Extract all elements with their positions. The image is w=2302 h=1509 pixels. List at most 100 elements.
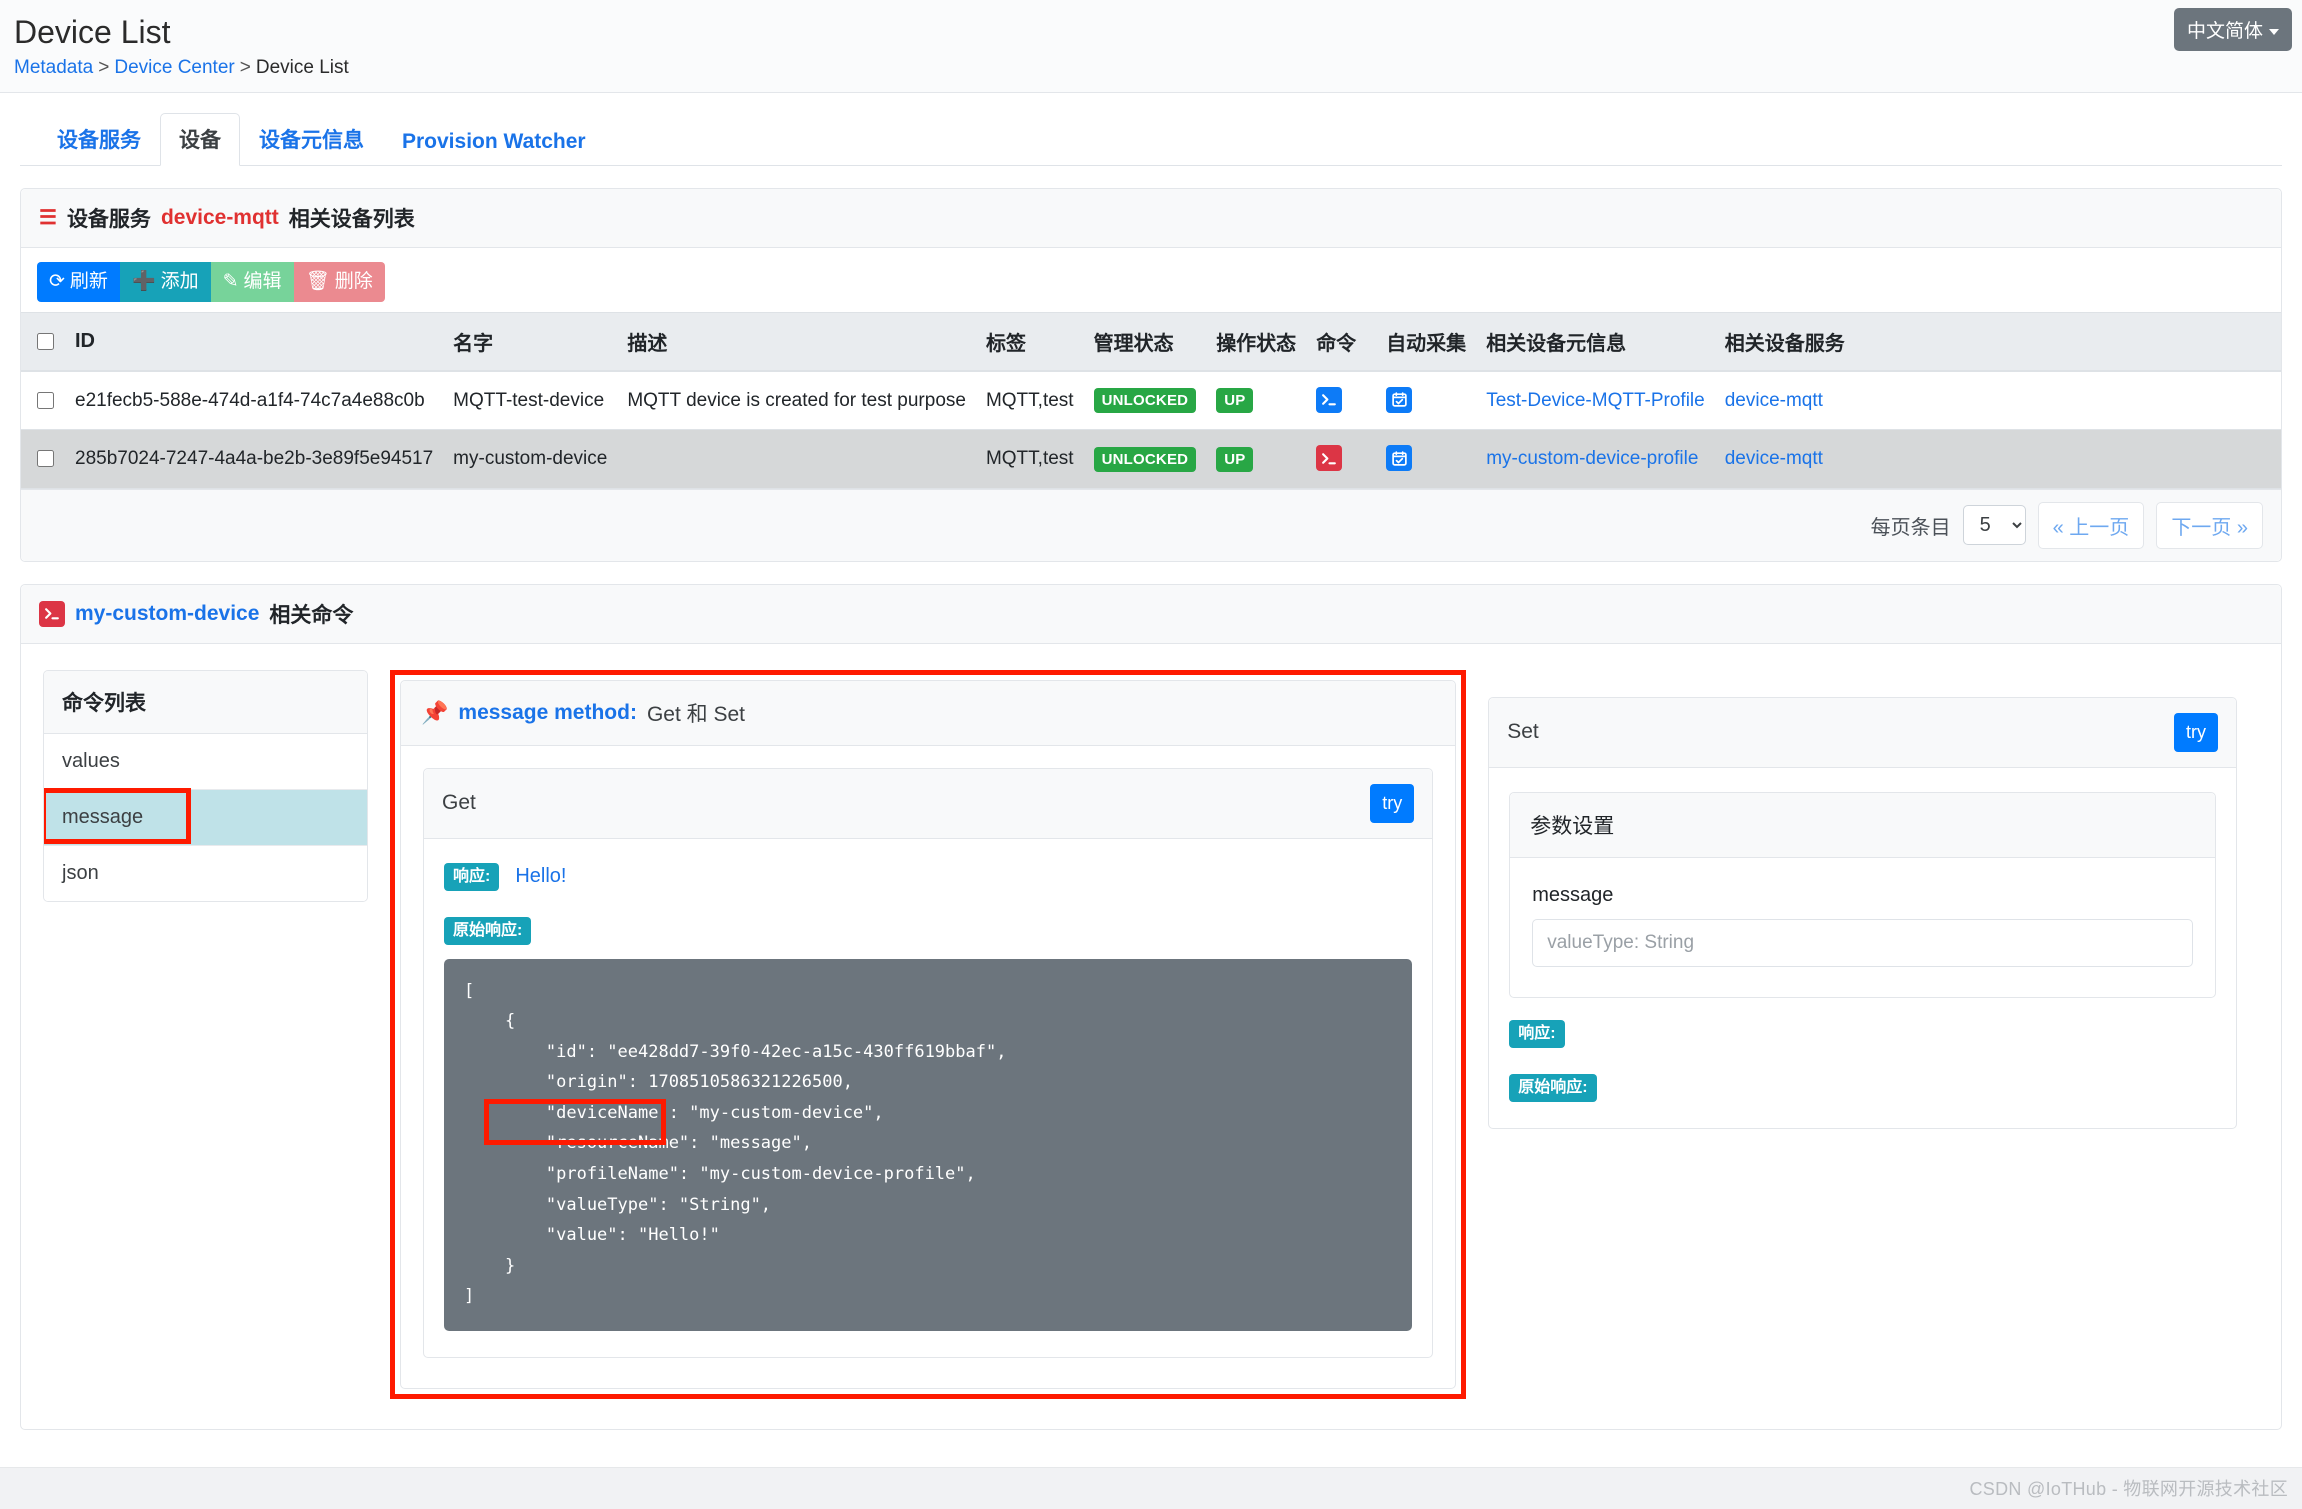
parameter-settings-body: message (1510, 857, 2216, 997)
footer-strip (0, 1467, 2302, 1509)
column-header-autoevent[interactable]: 自动采集 (1376, 311, 1477, 372)
set-try-button[interactable]: try (2174, 712, 2219, 752)
calendar-check-icon[interactable] (1386, 386, 1413, 413)
get-response-tag: 响应: (444, 862, 500, 891)
cell-name: my-custom-device (443, 429, 618, 489)
edit-icon: ✎ (222, 271, 239, 292)
device-table-header-row: ID 名字 描述 标签 管理状态 操作状态 命令 自动采集 相关设备元信息 相关… (21, 311, 2281, 372)
command-list-title: 命令列表 (44, 670, 367, 734)
terminal-icon[interactable] (1316, 445, 1343, 472)
add-button[interactable]: ➕ 添加 (119, 262, 211, 302)
cell-id: 285b7024-7247-4a4a-be2b-3e89f5e94517 (65, 429, 444, 489)
breadcrumb-item-device-center[interactable]: Device Center (114, 57, 234, 78)
service-link[interactable]: device-mqtt (1725, 448, 1823, 469)
tab-device-service[interactable]: 设备服务 (38, 113, 160, 166)
tab-provision-watcher[interactable]: Provision Watcher (383, 119, 605, 166)
command-list-item-values[interactable]: values (44, 733, 367, 790)
page-size-label: 每页条目 (1870, 516, 1951, 539)
add-button-label: 添加 (160, 271, 199, 292)
tabbar-wrap: 设备服务 设备 设备元信息 Provision Watcher (0, 93, 2302, 166)
column-header-name[interactable]: 名字 (443, 311, 618, 372)
status-badge-admin: UNLOCKED (1093, 388, 1197, 413)
trash-icon: 🗑 (305, 271, 330, 292)
calendar-check-icon[interactable] (1386, 445, 1413, 472)
delete-button[interactable]: 🗑 删除 (293, 262, 385, 302)
table-row[interactable]: e21fecb5-588e-474d-a1f4-74c7a4e88c0b MQT… (21, 370, 2281, 431)
prev-page-button[interactable]: « 上一页 (2037, 501, 2145, 549)
language-selector-button[interactable]: 中文简体 (2173, 8, 2292, 51)
get-raw-response-tag: 原始响应: (444, 916, 532, 945)
device-table: ID 名字 描述 标签 管理状态 操作状态 命令 自动采集 相关设备元信息 相关… (21, 311, 2281, 489)
column-header-labels[interactable]: 标签 (975, 311, 1084, 372)
command-body: 命令列表 values message json 📌 message metho… (21, 644, 2281, 1429)
set-raw-response-row: 原始响应: (1509, 1073, 2216, 1102)
command-list-item-json[interactable]: json (44, 845, 367, 901)
set-operation-column: Set try 参数设置 message 响应: 原 (1466, 670, 2259, 1159)
service-link[interactable]: device-mqtt (1725, 390, 1823, 411)
set-card-body: 参数设置 message 响应: 原始响应: (1489, 768, 2236, 1128)
delete-button-label: 删除 (334, 271, 373, 292)
cell-name: MQTT-test-device (443, 370, 618, 431)
command-list-panel: 命令列表 values message json (43, 669, 368, 902)
row-checkbox[interactable] (37, 391, 54, 409)
select-all-checkbox[interactable] (37, 332, 54, 350)
watermark: CSDN @IoTHub - 物联网开源技术社区 (1969, 1479, 2288, 1499)
row-select-cell (21, 429, 65, 489)
pin-icon: 📌 (421, 699, 449, 725)
device-table-body: e21fecb5-588e-474d-a1f4-74c7a4e88c0b MQT… (21, 370, 2281, 489)
status-badge-admin: UNLOCKED (1093, 446, 1197, 472)
breadcrumb: Metadata > Device Center > Device List (14, 57, 2302, 79)
column-header-profile[interactable]: 相关设备元信息 (1476, 311, 1715, 372)
command-card-header: my-custom-device 相关命令 (21, 584, 2281, 644)
column-header-id[interactable]: ID (65, 311, 444, 372)
method-panel: 📌 message method: Get 和 Set Get try 响应: (400, 679, 1457, 1389)
page-header: Device List Metadata > Device Center > Devic… (0, 0, 2302, 93)
set-card-header: Set try (1489, 697, 2237, 768)
message-input[interactable] (1532, 918, 2194, 967)
tab-device[interactable]: 设备 (160, 113, 240, 166)
next-page-button[interactable]: 下一页 » (2156, 501, 2263, 549)
get-card-title: Get (442, 791, 476, 815)
column-header-service[interactable]: 相关设备服务 (1714, 311, 2281, 372)
table-row[interactable]: 285b7024-7247-4a4a-be2b-3e89f5e94517 my-… (21, 429, 2281, 489)
row-select-cell (21, 370, 65, 431)
get-card: Get try 响应: Hello! 原始响应: [ { "id": "ee42… (423, 767, 1434, 1358)
set-response-tag: 响应: (1509, 1019, 1565, 1048)
device-list-heading-prefix: 设备服务 (66, 208, 151, 231)
column-header-command[interactable]: 命令 (1306, 311, 1377, 372)
cell-labels: MQTT,test (975, 370, 1084, 431)
get-raw-response-row: 原始响应: [ { "id": "ee428dd7-39f0-42ec-a15c… (444, 916, 1413, 1331)
parameter-settings-card: 参数设置 message (1509, 791, 2217, 998)
get-card-header: Get try (424, 768, 1433, 839)
profile-link[interactable]: my-custom-device-profile (1486, 448, 1698, 469)
column-header-description[interactable]: 描述 (617, 311, 976, 372)
column-header-admin-state[interactable]: 管理状态 (1083, 311, 1207, 372)
row-checkbox[interactable] (37, 450, 54, 468)
profile-link[interactable]: Test-Device-MQTT-Profile (1486, 390, 1705, 411)
method-panel-header: 📌 message method: Get 和 Set (401, 680, 1456, 746)
cell-command (1306, 429, 1377, 489)
parameter-label-message: message (1532, 883, 1614, 906)
device-toolbar-button-group: ⟳ 刷新 ➕ 添加 ✎ 编辑 🗑 删除 (37, 262, 385, 302)
column-header-operating-state[interactable]: 操作状态 (1206, 311, 1307, 372)
terminal-icon[interactable] (1316, 386, 1343, 413)
page-title: Device List (14, 14, 171, 50)
status-badge-operating: UP (1216, 388, 1254, 413)
language-selector-label: 中文简体 (2186, 21, 2263, 42)
cell-admin-state: UNLOCKED (1083, 370, 1207, 431)
command-list-item-message[interactable]: message (44, 787, 367, 846)
tabbar: 设备服务 设备 设备元信息 Provision Watcher (20, 113, 2282, 166)
cell-autoevent (1376, 370, 1477, 431)
page-size-select[interactable]: 5 10 20 50 (1962, 505, 2026, 546)
device-toolbar: ⟳ 刷新 ➕ 添加 ✎ 编辑 🗑 删除 (21, 248, 2281, 312)
refresh-button[interactable]: ⟳ 刷新 (37, 262, 120, 302)
chevron-down-icon (2269, 28, 2279, 35)
tab-device-profile[interactable]: 设备元信息 (240, 113, 383, 166)
edit-button[interactable]: ✎ 编辑 (210, 262, 294, 302)
device-list-card: ☰ 设备服务 device-mqtt 相关设备列表 ⟳ 刷新 ➕ 添加 ✎ 编辑 🗑 删… (20, 188, 2282, 562)
get-try-button[interactable]: try (1370, 783, 1415, 823)
method-panel-title: message method: (458, 700, 637, 724)
list-icon: ☰ (39, 207, 57, 229)
breadcrumb-item-metadata[interactable]: Metadata (14, 57, 93, 78)
cell-labels: MQTT,test (975, 429, 1084, 489)
